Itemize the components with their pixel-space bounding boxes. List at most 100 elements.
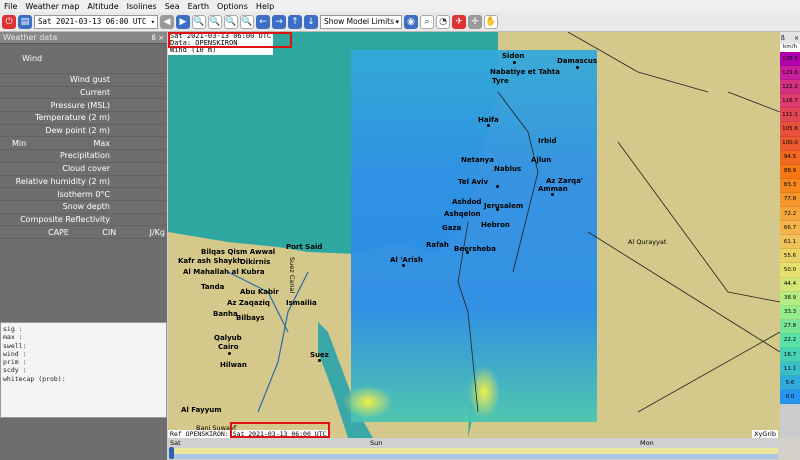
wave-line-sig: sig : bbox=[3, 325, 23, 333]
legend-cell: 77.8 bbox=[780, 192, 800, 208]
label-current: Current bbox=[79, 88, 110, 98]
timeline-day-labels: Sat Sun Mon bbox=[170, 439, 778, 447]
wave-info-text[interactable]: sig : max : swell: wind : prim : scdy : … bbox=[0, 322, 167, 418]
legend-cell: 138.9 bbox=[780, 52, 800, 67]
panel-float-close-icon[interactable]: ß × bbox=[152, 34, 165, 42]
menu-altitude[interactable]: Altitude bbox=[83, 2, 122, 11]
place-az-zaqaziq: Az Zaqaziq bbox=[227, 299, 270, 307]
next-step-icon[interactable]: ▶ bbox=[176, 14, 190, 29]
row-snow-depth: Snow depth bbox=[0, 201, 167, 214]
open-file-icon[interactable]: ▤ bbox=[18, 14, 32, 29]
place-kafr-ash-shaykh: Kafr ash Shaykh bbox=[178, 257, 243, 265]
row-cape-cin: CAPE CIN J/Kg bbox=[0, 226, 167, 239]
legend-cell: 66.7 bbox=[780, 221, 800, 236]
place-gaza: Gaza bbox=[442, 224, 462, 232]
label-precipitation: Precipitation bbox=[59, 151, 110, 161]
timeline-slider-handle[interactable] bbox=[169, 447, 174, 459]
place-nabatiye: Nabatiye et Tahta bbox=[490, 68, 560, 76]
map-canvas bbox=[168, 32, 780, 438]
search-location-icon[interactable]: ⌕ bbox=[420, 14, 434, 29]
place-al-fayyum: Al Fayyum bbox=[181, 406, 222, 414]
highlight-footer-date bbox=[230, 422, 330, 438]
wave-line-wind: wind : bbox=[3, 349, 27, 358]
highlight-header-date bbox=[168, 32, 292, 48]
globe-icon[interactable]: ◉ bbox=[404, 14, 418, 29]
legend-cells: 138.9 129.6 122.2 116.7 111.1 105.6 100.0 94.5 8… bbox=[780, 52, 800, 405]
arrow-right-icon[interactable]: → bbox=[272, 14, 286, 29]
legend-cell: 27.8 bbox=[780, 319, 800, 334]
place-amman: Amman bbox=[538, 185, 568, 193]
menu-options[interactable]: Options bbox=[213, 2, 252, 11]
arrow-up-icon[interactable]: ↑ bbox=[288, 14, 302, 29]
menu-isolines[interactable]: Isolines bbox=[123, 2, 161, 11]
legend-cell: 33.3 bbox=[780, 305, 800, 320]
zoom-fit-icon[interactable]: 🔍 bbox=[240, 14, 254, 29]
wind-high-spot bbox=[343, 386, 393, 418]
place-bilbays: Bilbays bbox=[236, 314, 265, 322]
zoom-out-icon[interactable]: 🔍 bbox=[208, 14, 222, 29]
panel-title: Weather data bbox=[3, 33, 58, 42]
legend-cell: 105.6 bbox=[780, 122, 800, 137]
place-banha: Banha bbox=[213, 310, 238, 318]
zoom-area-icon[interactable]: 🔍 bbox=[224, 14, 238, 29]
arrow-down-icon[interactable]: ↓ bbox=[304, 14, 318, 29]
zoom-in-icon[interactable]: 🔍 bbox=[192, 14, 206, 29]
rocket-icon[interactable]: ✈ bbox=[452, 14, 466, 29]
place-port-said: Port Said bbox=[286, 243, 323, 251]
wave-line-whitecap: whitecap (prob): bbox=[3, 374, 66, 383]
arrow-left-icon[interactable]: ← bbox=[256, 14, 270, 29]
legend-close-icon[interactable]: × bbox=[794, 35, 799, 42]
place-hebron: Hebron bbox=[481, 221, 510, 229]
menu-file[interactable]: File bbox=[0, 2, 21, 11]
menu-help[interactable]: Help bbox=[252, 2, 278, 11]
row-cloud-cover: Cloud cover bbox=[0, 163, 167, 176]
legend-cell: 129.6 bbox=[780, 66, 800, 81]
city-dot bbox=[402, 264, 405, 267]
place-tyre: Tyre bbox=[492, 77, 509, 85]
place-bilqas: Bilqas Qism Awwal bbox=[201, 248, 276, 256]
place-haifa: Haifa bbox=[478, 116, 499, 124]
legend-float-icon[interactable]: ß bbox=[781, 35, 785, 42]
crosshair-icon[interactable]: ✛ bbox=[468, 14, 482, 29]
place-ismailia: Ismailia bbox=[286, 299, 317, 307]
weather-map[interactable]: Sat 2021-03-13 06:00 UTC Data: OPENSKIRO… bbox=[168, 32, 780, 438]
model-limits-select[interactable]: Show Model Limits ▾ bbox=[320, 14, 402, 29]
pie-icon[interactable]: ◔ bbox=[436, 14, 450, 29]
row-wind: Wind bbox=[0, 44, 167, 74]
label-cape: CAPE bbox=[48, 227, 69, 237]
row-isotherm: Isotherm 0°C bbox=[0, 188, 167, 201]
city-dot bbox=[466, 251, 469, 254]
previous-step-icon[interactable]: ◀ bbox=[160, 14, 174, 29]
menu-sea[interactable]: Sea bbox=[161, 2, 184, 11]
timeline-day-mon: Mon bbox=[640, 439, 654, 447]
row-composite-reflectivity: Composite Reflectivity bbox=[0, 214, 167, 227]
legend-cell: 11.1 bbox=[780, 362, 800, 377]
place-rafah: Rafah bbox=[426, 241, 449, 249]
weather-data-rows: Wind Wind gust Current Pressure (MSL) Te… bbox=[0, 44, 167, 239]
panel-title-bar: Weather data ß × bbox=[0, 32, 167, 44]
menu-earth[interactable]: Earth bbox=[184, 2, 213, 11]
brand-label: XyGrib bbox=[752, 430, 778, 438]
legend-cell: 83.3 bbox=[780, 178, 800, 193]
wind-high-spot-2 bbox=[468, 366, 500, 418]
label-pressure: Pressure (MSL) bbox=[50, 100, 110, 110]
place-sidon: Sidon bbox=[502, 52, 525, 60]
wave-line-scdy: scdy : bbox=[3, 366, 27, 375]
map-header-layer: Wind (10 m) bbox=[170, 46, 217, 54]
model-limits-value: Show Model Limits bbox=[324, 17, 395, 26]
place-qalyub: Qalyub bbox=[214, 334, 242, 342]
label-dew-point: Dew point (2 m) bbox=[45, 126, 110, 136]
place-tel-aviv: Tel Aviv bbox=[458, 178, 489, 186]
legend-header: ß × bbox=[780, 32, 800, 44]
timeline[interactable]: Sat Sun Mon bbox=[168, 438, 780, 460]
row-dew-point: Dew point (2 m) bbox=[0, 125, 167, 138]
toolbar: ⏻ ▤ Sat 2021-03-13 06:00 UTC ▾ ◀ ▶ 🔍 🔍 🔍… bbox=[0, 12, 800, 32]
power-icon[interactable]: ⏻ bbox=[2, 14, 16, 29]
date-selector[interactable]: Sat 2021-03-13 06:00 UTC ▾ bbox=[34, 14, 158, 29]
row-min-max: Min Max bbox=[0, 137, 167, 151]
hand-icon[interactable]: ✋ bbox=[484, 14, 498, 29]
legend-cell: 116.7 bbox=[780, 94, 800, 109]
wave-line-swell: swell: bbox=[3, 341, 27, 350]
menu-weather-map[interactable]: Weather map bbox=[21, 2, 83, 11]
city-dot bbox=[513, 61, 516, 64]
